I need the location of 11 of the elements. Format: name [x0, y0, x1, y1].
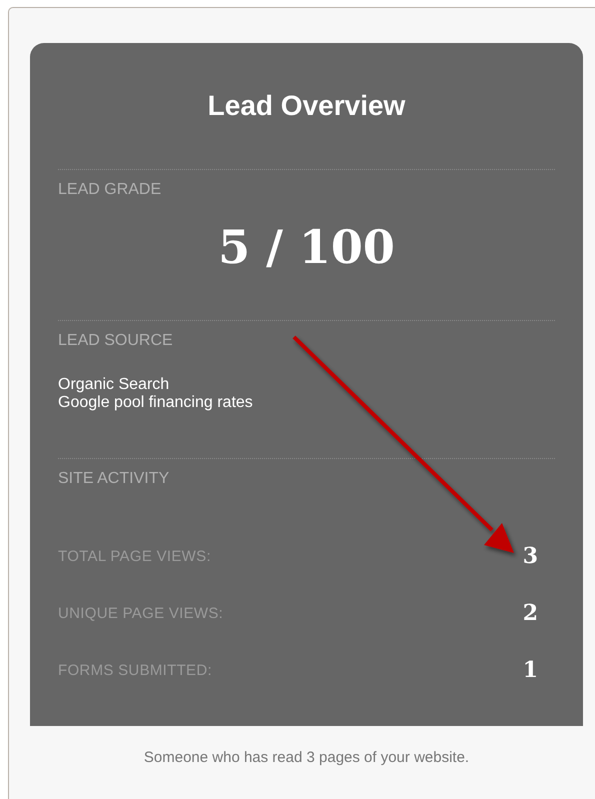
stat-value: 2 [522, 600, 538, 626]
section-heading: LEAD GRADE [58, 180, 162, 200]
card-title: Lead Overview [206, 89, 406, 123]
stat-value: 1 [522, 657, 538, 683]
caption: Someone who has read 3 pages of your website. [142, 749, 470, 766]
source-line: Organic Search [58, 376, 170, 394]
section-heading: SITE ACTIVITY [58, 469, 170, 489]
section-heading: LEAD SOURCE [58, 331, 174, 351]
stat-value: 3 [522, 543, 538, 569]
source-line: Google pool financing rates [58, 394, 254, 412]
lead-grade: 5 / 100 [217, 220, 396, 274]
